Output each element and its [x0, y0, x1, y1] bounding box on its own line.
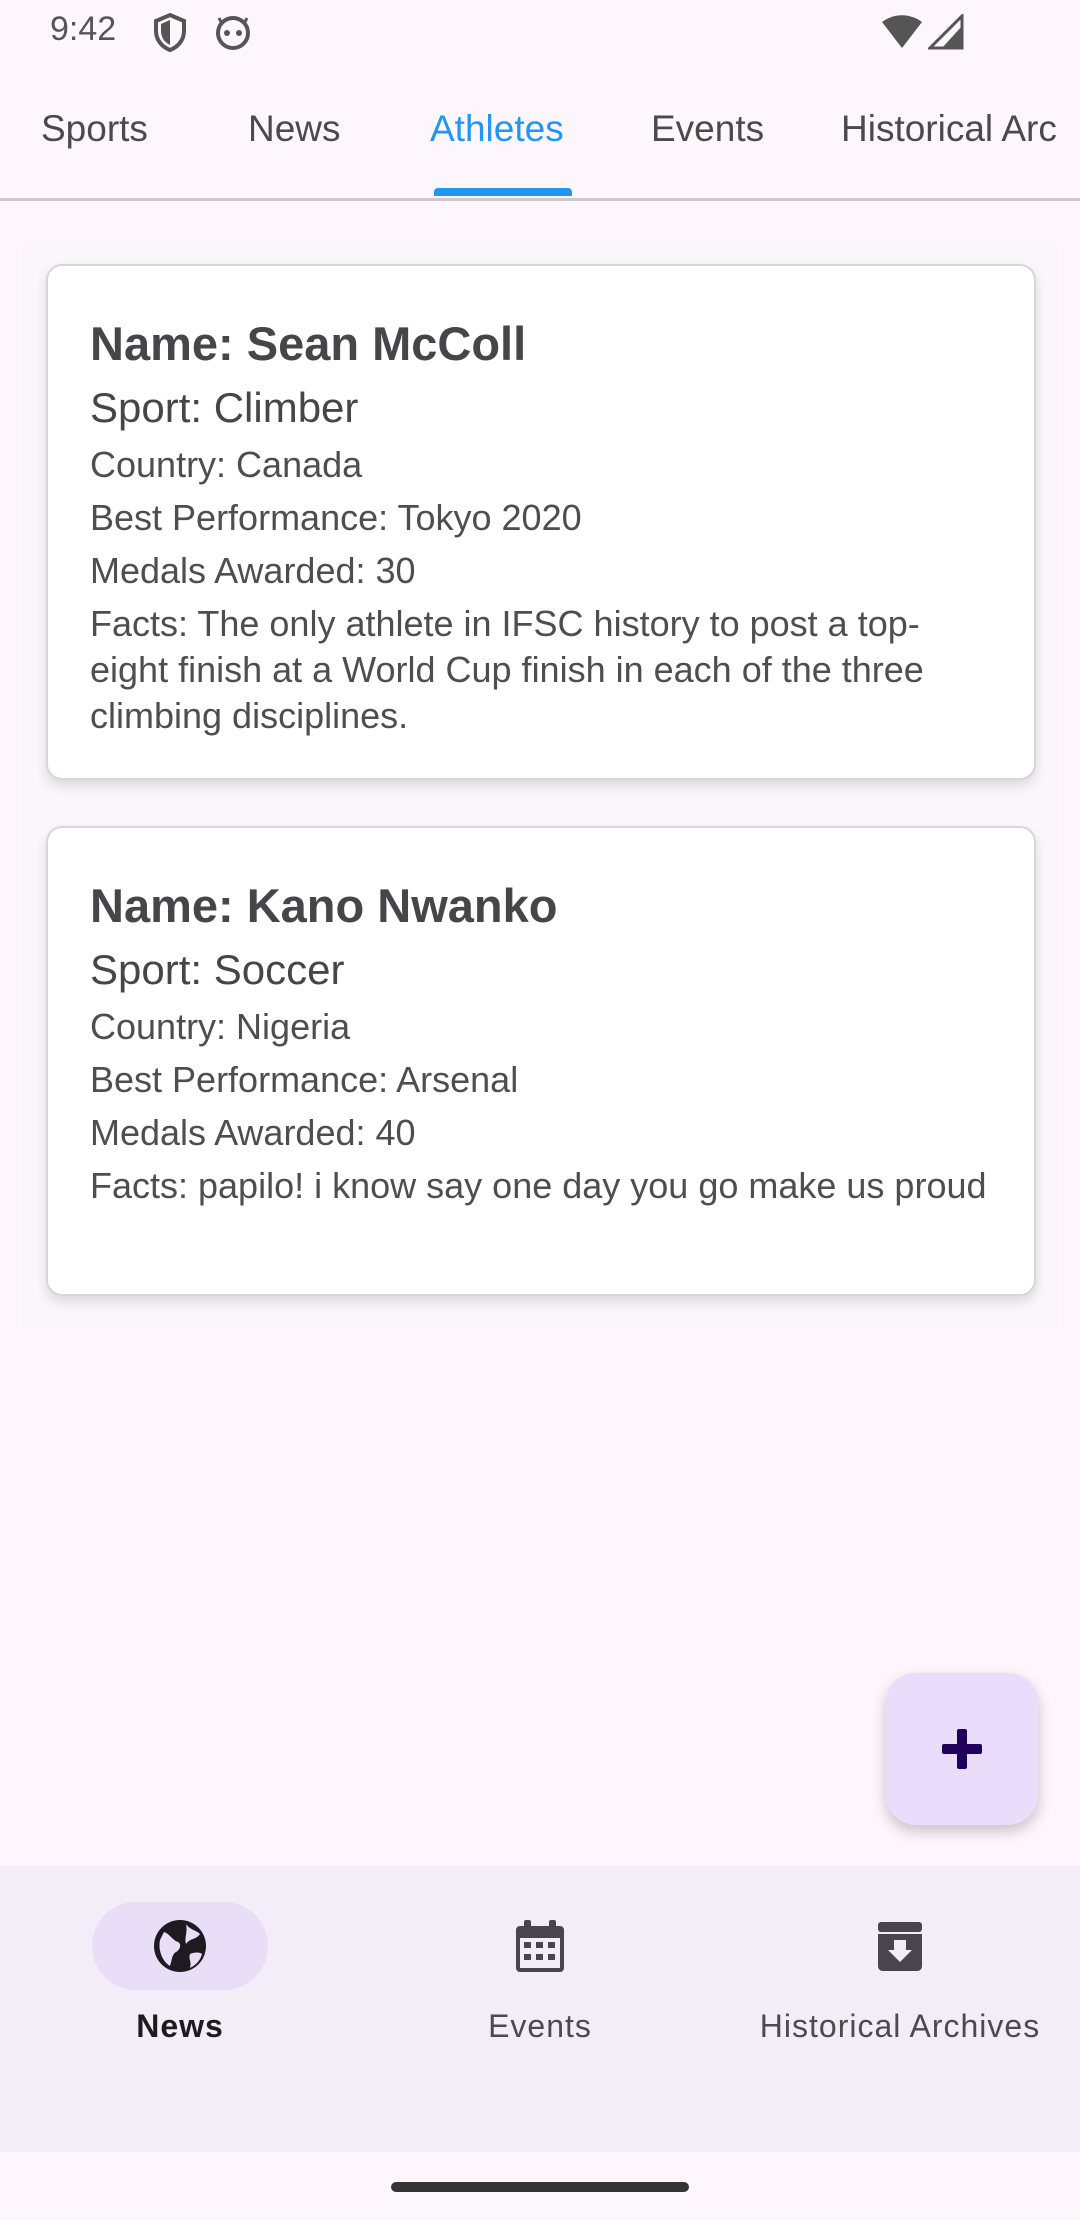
- tab-news[interactable]: News: [248, 108, 341, 150]
- nav-label: Historical Archives: [759, 2008, 1041, 2044]
- archive-icon: [870, 1916, 930, 1981]
- calendar-icon: [510, 1916, 570, 1981]
- android-face-icon: [214, 12, 252, 55]
- athlete-card[interactable]: Name: Kano Nwanko Sport: Soccer Country:…: [46, 826, 1036, 1296]
- bottom-navigation: News Events Historical Archives: [0, 1866, 1080, 2152]
- shield-icon: [153, 12, 187, 57]
- top-tab-bar: Sports News Athletes Events Historical A…: [0, 88, 1080, 201]
- nav-item-news[interactable]: News: [0, 1866, 360, 2096]
- athlete-facts: Facts: papilo! i know say one day you go…: [90, 1165, 987, 1206]
- signal-icon: [926, 12, 966, 55]
- athlete-name: Name: Kano Nwanko: [90, 879, 558, 932]
- nav-label: News: [136, 2008, 224, 2044]
- tab-events[interactable]: Events: [651, 108, 764, 150]
- nav-item-events[interactable]: Events: [360, 1866, 720, 2096]
- add-athlete-button[interactable]: [886, 1673, 1038, 1825]
- athlete-best-performance: Best Performance: Tokyo 2020: [90, 497, 582, 538]
- tab-historical-archives[interactable]: Historical Arc: [841, 108, 1057, 150]
- nav-item-historical-archives[interactable]: Historical Archives: [720, 1866, 1080, 2096]
- tab-sports[interactable]: Sports: [41, 108, 148, 150]
- athlete-country: Country: Nigeria: [90, 1006, 351, 1047]
- status-bar: 9:42: [0, 0, 1080, 66]
- plus-icon: [942, 1729, 982, 1769]
- wifi-icon: [880, 14, 924, 55]
- athlete-facts: Facts: The only athlete in IFSC history …: [90, 603, 924, 736]
- tab-athletes[interactable]: Athletes: [430, 108, 564, 150]
- nav-label: Events: [488, 2008, 592, 2044]
- globe-icon: [150, 1916, 210, 1981]
- athlete-country: Country: Canada: [90, 444, 363, 485]
- athlete-card[interactable]: Name: Sean McColl Sport: Climber Country…: [46, 264, 1036, 780]
- status-time: 9:42: [50, 10, 117, 48]
- athlete-medals: Medals Awarded: 40: [90, 1112, 416, 1153]
- active-tab-indicator: [434, 188, 572, 196]
- athlete-sport: Sport: Climber: [90, 384, 359, 431]
- athlete-name: Name: Sean McColl: [90, 317, 527, 370]
- home-indicator[interactable]: [391, 2182, 689, 2192]
- athlete-best-performance: Best Performance: Arsenal: [90, 1059, 519, 1100]
- athlete-medals: Medals Awarded: 30: [90, 550, 416, 591]
- athlete-list: Name: Sean McColl Sport: Climber Country…: [22, 244, 1058, 1329]
- athlete-sport: Sport: Soccer: [90, 946, 345, 993]
